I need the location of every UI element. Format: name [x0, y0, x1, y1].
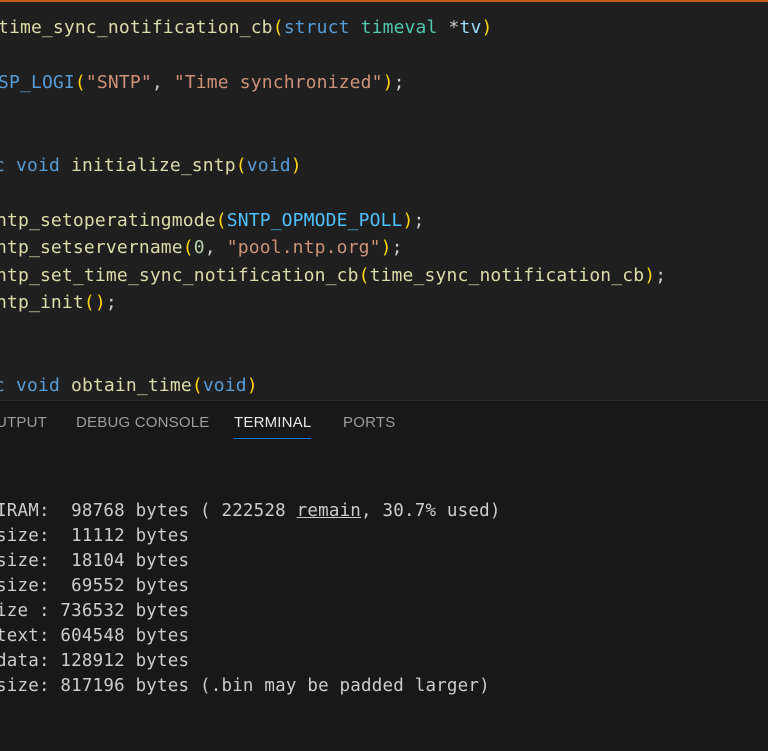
terminal-line-label: size:	[0, 526, 50, 546]
code-token: (	[74, 72, 86, 93]
code-token: (	[182, 237, 194, 258]
terminal-line-label: text:	[0, 626, 50, 646]
code-token: void	[246, 155, 291, 176]
terminal-line-value: 604548 bytes	[49, 626, 190, 646]
terminal-line: size: 18104 bytes	[0, 550, 189, 572]
tab-terminal[interactable]: TERMINAL	[234, 414, 311, 431]
code-token: SP_LOGI	[0, 72, 75, 93]
terminal-line: size: 69552 bytes	[0, 575, 189, 597]
panel-tabs: UTPUT DEBUG CONSOLE TERMINAL PORTS	[0, 401, 768, 447]
code-token: *	[437, 17, 460, 38]
terminal-line: text: 604548 bytes	[0, 625, 189, 647]
terminal-line: IRAM: 98768 bytes ( 222528 remain, 30.7%…	[0, 500, 501, 522]
code-token: )	[94, 292, 106, 313]
code-token: "pool.ntp.org"	[226, 237, 381, 258]
terminal-line-value: 11112 bytes	[49, 526, 190, 546]
code-token: (	[358, 265, 370, 286]
code-line: c void obtain_time(void)	[0, 375, 258, 397]
terminal-line-value: 18104 bytes	[49, 551, 190, 571]
terminal-line-value: 98768 bytes ( 222528	[49, 501, 297, 521]
tab-debug-console[interactable]: DEBUG CONSOLE	[76, 414, 209, 431]
code-token: (	[215, 210, 227, 231]
code-token: )	[402, 210, 414, 231]
code-editor[interactable]: time_sync_notification_cb(struct timeval…	[0, 2, 768, 400]
code-line: ntp_init();	[0, 292, 117, 314]
terminal-line: data: 128912 bytes	[0, 650, 189, 672]
terminal-line-tail: , 30.7% used)	[361, 501, 501, 521]
terminal-line: size: 11112 bytes	[0, 525, 189, 547]
code-token: SNTP_OPMODE_POLL	[226, 210, 403, 231]
code-token: time_sync_notification_cb	[369, 265, 645, 286]
code-token: ;	[413, 210, 425, 231]
code-token: )	[481, 17, 493, 38]
code-line: SP_LOGI("SNTP", "Time synchronized");	[0, 72, 405, 94]
code-token: ;	[105, 292, 117, 313]
code-token: ,	[204, 237, 227, 258]
code-token: )	[382, 72, 394, 93]
bottom-panel: UTPUT DEBUG CONSOLE TERMINAL PORTS IRAM:…	[0, 400, 768, 751]
code-token: (	[235, 155, 247, 176]
active-tab-indicator	[234, 438, 311, 439]
terminal-line-label: IRAM:	[0, 501, 50, 521]
terminal-line-value: 736532 bytes	[49, 601, 190, 621]
code-token: ;	[391, 237, 403, 258]
code-token: struct	[283, 17, 350, 38]
code-token: 0	[193, 237, 205, 258]
code-line: ntp_setservername(0, "pool.ntp.org");	[0, 237, 403, 259]
code-token: )	[380, 237, 392, 258]
code-token: initialize_sntp	[70, 155, 236, 176]
code-token: ntp_init	[0, 292, 84, 313]
code-line: ntp_set_time_sync_notification_cb(time_s…	[0, 265, 666, 287]
terminal-line: size: 817196 bytes (.bin may be padded l…	[0, 675, 490, 697]
code-token: void	[16, 375, 60, 396]
terminal-line-value: 128912 bytes	[49, 651, 190, 671]
code-token: tv	[459, 17, 482, 38]
terminal-line-label: size:	[0, 576, 50, 596]
code-token: (	[83, 292, 95, 313]
tab-ports[interactable]: PORTS	[343, 414, 395, 431]
terminal-line-label: data:	[0, 651, 50, 671]
code-token: "SNTP"	[85, 72, 152, 93]
code-token: obtain_time	[70, 375, 192, 396]
code-token: (	[191, 375, 203, 396]
code-token: ntp_set_time_sync_notification_cb	[0, 265, 359, 286]
code-token: ;	[655, 265, 667, 286]
terminal-line: ize : 736532 bytes	[0, 600, 189, 622]
code-token: time_sync_notification_cb	[0, 17, 273, 38]
code-token: void	[16, 155, 60, 176]
code-token: timeval	[360, 17, 438, 38]
tab-output[interactable]: UTPUT	[0, 414, 47, 431]
code-token: )	[644, 265, 656, 286]
code-token: "Time synchronized"	[173, 72, 383, 93]
code-line: c void initialize_sntp(void)	[0, 155, 302, 177]
terminal-line-label: size:	[0, 676, 50, 696]
terminal-line-label: size:	[0, 551, 50, 571]
code-token: )	[290, 155, 302, 176]
terminal-line-label: ize :	[0, 601, 50, 621]
terminal-line-value: 817196 bytes (.bin may be padded larger)	[49, 676, 490, 696]
code-token: ;	[393, 72, 405, 93]
code-line: ntp_setoperatingmode(SNTP_OPMODE_POLL);	[0, 210, 425, 232]
code-token: ,	[151, 72, 174, 93]
code-token: (	[272, 17, 284, 38]
terminal-line-value: 69552 bytes	[49, 576, 190, 596]
code-token: ntp_setservername	[0, 237, 183, 258]
code-token: )	[246, 375, 258, 396]
code-token: void	[202, 375, 247, 396]
terminal-underlined-word: remain	[296, 501, 362, 521]
code-line: time_sync_notification_cb(struct timeval…	[0, 17, 493, 39]
code-token: ntp_setoperatingmode	[0, 210, 216, 231]
